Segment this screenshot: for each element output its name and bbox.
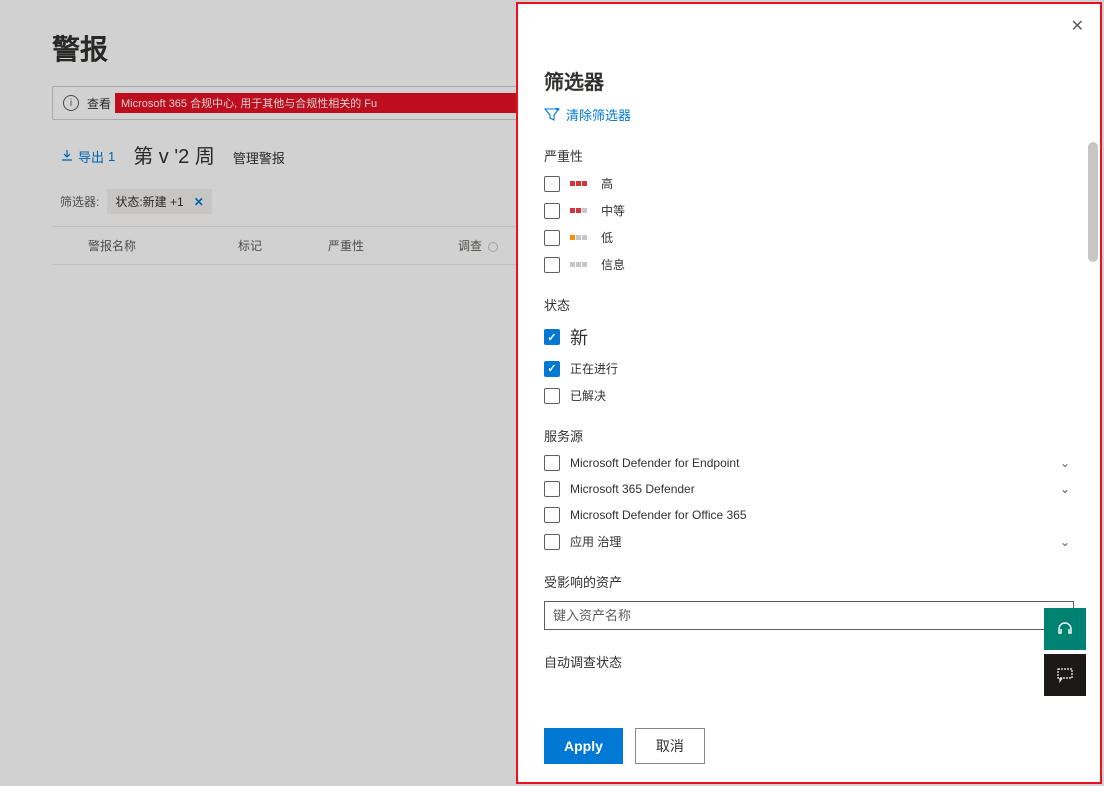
auto-invest-label: 自动调查状态 bbox=[544, 652, 1074, 671]
severity-high-row[interactable]: 高 bbox=[544, 175, 1074, 192]
chevron-down-icon[interactable]: ⌄ bbox=[1060, 482, 1074, 496]
service-mde-row[interactable]: Microsoft Defender for Endpoint ⌄ bbox=[544, 455, 1074, 471]
feedback-fab[interactable] bbox=[1044, 654, 1086, 696]
service-label: 服务源 bbox=[544, 426, 1074, 445]
panel-title: 筛选器 bbox=[544, 66, 1074, 95]
severity-section: 严重性 高 中等 低 信息 bbox=[544, 146, 1074, 273]
severity-label: 严重性 bbox=[544, 146, 1074, 165]
asset-name-input[interactable] bbox=[544, 601, 1074, 630]
checkbox[interactable] bbox=[544, 361, 560, 377]
severity-bars-info bbox=[570, 262, 587, 267]
status-inprogress-row[interactable]: 正在进行 bbox=[544, 360, 1074, 377]
checkbox[interactable] bbox=[544, 534, 560, 550]
clear-filters-link[interactable]: 清除筛选器 bbox=[544, 105, 631, 124]
filter-clear-icon bbox=[544, 107, 560, 123]
checkbox[interactable] bbox=[544, 203, 560, 219]
auto-invest-section: 自动调查状态 bbox=[544, 652, 1074, 671]
severity-info-row[interactable]: 信息 bbox=[544, 256, 1074, 273]
severity-bars-low bbox=[570, 235, 587, 240]
panel-scrollbar[interactable] bbox=[1088, 142, 1098, 654]
checkbox[interactable] bbox=[544, 176, 560, 192]
chevron-down-icon[interactable]: ⌄ bbox=[1060, 535, 1074, 549]
cancel-button[interactable]: 取消 bbox=[635, 728, 705, 764]
filter-panel: ✕ 筛选器 清除筛选器 严重性 高 中等 低 bbox=[516, 2, 1102, 784]
chat-icon bbox=[1056, 666, 1074, 684]
status-resolved-row[interactable]: 已解决 bbox=[544, 387, 1074, 404]
panel-footer: Apply 取消 bbox=[518, 714, 1100, 782]
checkbox[interactable] bbox=[544, 455, 560, 471]
service-appgov-row[interactable]: 应用 治理 ⌄ bbox=[544, 533, 1074, 550]
headset-icon bbox=[1055, 619, 1075, 639]
help-fab[interactable] bbox=[1044, 608, 1086, 650]
checkbox[interactable] bbox=[544, 481, 560, 497]
checkbox[interactable] bbox=[544, 388, 560, 404]
service-m365d-row[interactable]: Microsoft 365 Defender ⌄ bbox=[544, 481, 1074, 497]
chevron-down-icon[interactable]: ⌄ bbox=[1060, 456, 1074, 470]
severity-medium-row[interactable]: 中等 bbox=[544, 202, 1074, 219]
checkbox[interactable] bbox=[544, 230, 560, 246]
service-section: 服务源 Microsoft Defender for Endpoint ⌄ Mi… bbox=[544, 426, 1074, 550]
severity-bars-high bbox=[570, 181, 587, 186]
checkbox[interactable] bbox=[544, 507, 560, 523]
severity-bars-medium bbox=[570, 208, 587, 213]
scrollbar-thumb[interactable] bbox=[1088, 142, 1098, 262]
status-label: 状态 bbox=[544, 295, 1074, 314]
apply-button[interactable]: Apply bbox=[544, 728, 623, 764]
asset-label: 受影响的资产 bbox=[544, 572, 1074, 591]
service-mdo-row[interactable]: Microsoft Defender for Office 365 bbox=[544, 507, 1074, 523]
severity-low-row[interactable]: 低 bbox=[544, 229, 1074, 246]
checkbox[interactable] bbox=[544, 257, 560, 273]
asset-section: 受影响的资产 bbox=[544, 572, 1074, 630]
status-section: 状态 新 正在进行 已解决 bbox=[544, 295, 1074, 404]
status-new-row[interactable]: 新 bbox=[544, 324, 1074, 350]
checkbox[interactable] bbox=[544, 329, 560, 345]
